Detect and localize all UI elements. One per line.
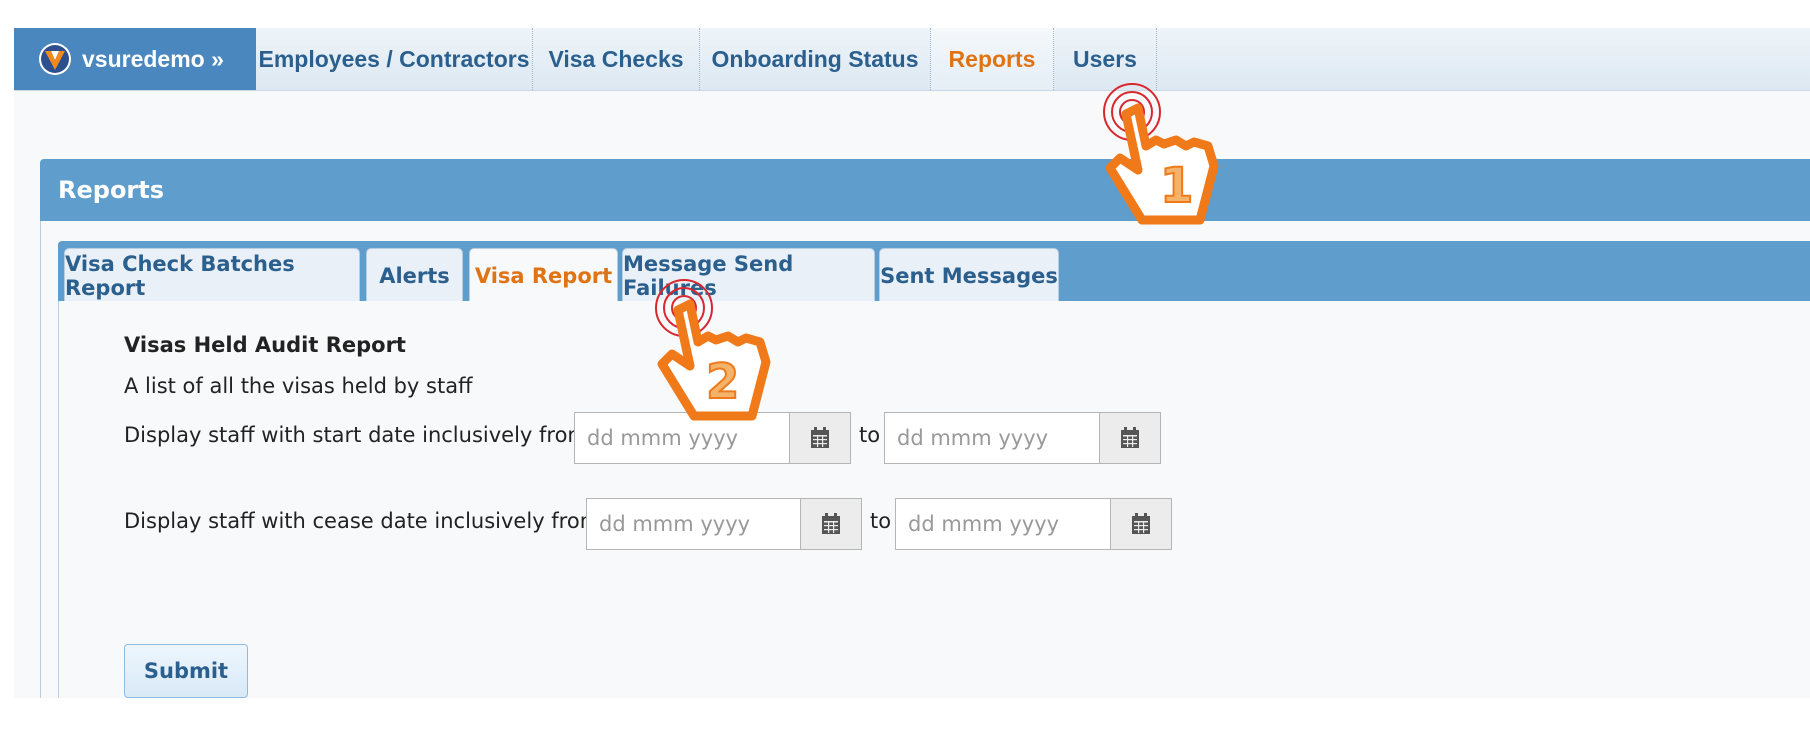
vsure-logo-icon [39, 43, 71, 75]
cease-date-from-calendar-button[interactable] [800, 498, 862, 550]
cease-date-to-calendar-button[interactable] [1110, 498, 1172, 550]
cease-date-to-input[interactable]: dd mmm yyyy [895, 498, 1111, 550]
start-date-from-calendar-button[interactable] [789, 412, 851, 464]
calendar-icon [1121, 427, 1139, 448]
start-date-label: Display staff with start date inclusivel… [124, 423, 588, 447]
report-description: A list of all the visas held by staff [124, 374, 473, 398]
tab-visa-check-batches-report[interactable]: Visa Check Batches Report [64, 248, 360, 302]
brand-name: vsuredemo » [82, 45, 224, 72]
nav-employees-contractors[interactable]: Employees / Contractors [256, 28, 533, 90]
start-date-to-label: to [859, 423, 881, 447]
reports-panel-header: Reports [40, 159, 1810, 221]
step-1-number: 1 [1159, 157, 1194, 215]
nav-visa-checks[interactable]: Visa Checks [533, 28, 700, 90]
start-date-to-input[interactable]: dd mmm yyyy [884, 412, 1100, 464]
step-2-number: 2 [705, 353, 740, 411]
tab-visa-report[interactable]: Visa Report [469, 248, 618, 303]
report-title: Visas Held Audit Report [124, 333, 406, 357]
tab-sent-messages[interactable]: Sent Messages [879, 248, 1059, 302]
calendar-icon [811, 427, 829, 448]
nav-onboarding-status[interactable]: Onboarding Status [700, 28, 931, 90]
calendar-icon [1132, 513, 1150, 534]
panel-title: Reports [58, 176, 165, 204]
cease-date-to-label: to [870, 509, 892, 533]
app-frame: vsuredemo » Employees / Contractors Visa… [14, 28, 1810, 698]
top-navigation: vsuredemo » Employees / Contractors Visa… [14, 28, 1810, 91]
start-date-to-calendar-button[interactable] [1099, 412, 1161, 464]
cease-date-from-input[interactable]: dd mmm yyyy [586, 498, 802, 550]
brand-menu[interactable]: vsuredemo » [14, 28, 256, 90]
calendar-icon [822, 513, 840, 534]
submit-button[interactable]: Submit [124, 644, 248, 698]
step-2-pointer: 2 [654, 276, 784, 441]
nav-reports[interactable]: Reports [931, 28, 1054, 90]
tab-alerts[interactable]: Alerts [366, 248, 463, 302]
step-1-pointer: 1 [1102, 80, 1232, 245]
cease-date-label: Display staff with cease date inclusivel… [124, 509, 601, 533]
